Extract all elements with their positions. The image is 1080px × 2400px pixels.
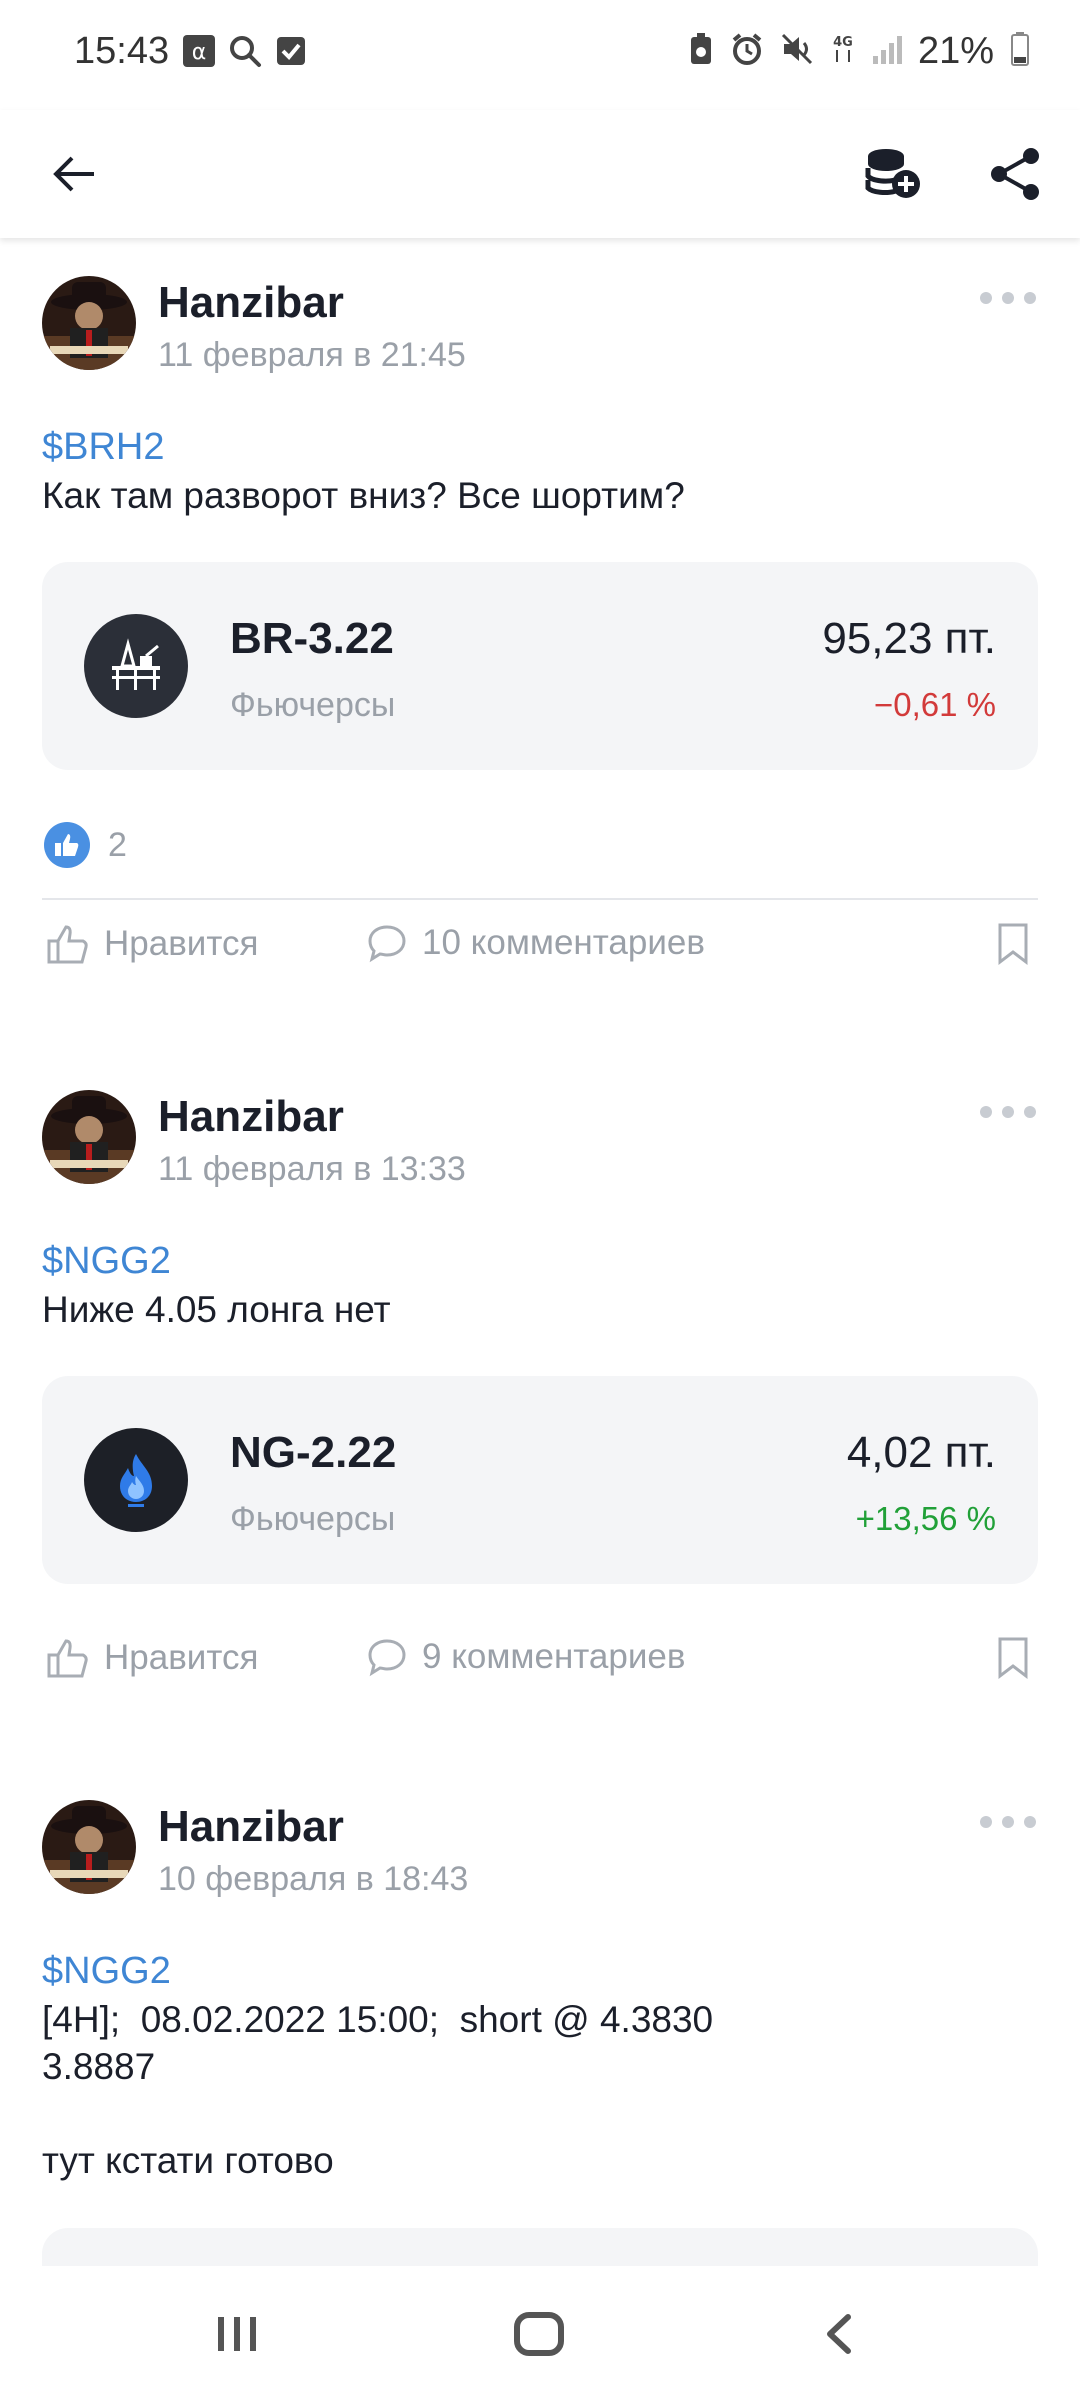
avatar[interactable] (42, 276, 136, 370)
post-text-line: 3.8887 (42, 2046, 156, 2087)
like-button[interactable]: Нравится (46, 922, 258, 966)
comments-button[interactable]: 9 комментариев (366, 1636, 685, 1678)
add-coins-icon[interactable] (858, 136, 928, 212)
comments-button[interactable]: 10 комментариев (366, 922, 705, 964)
avatar[interactable] (42, 1090, 136, 1184)
instrument-card[interactable]: NG-2.22 Фьючерсы 4,02 пт. +13,56 % (42, 1376, 1038, 1584)
more-options-icon[interactable] (980, 288, 1036, 308)
post-actions: Нравится 9 комментариев (0, 1636, 1080, 1696)
divider (42, 898, 1038, 900)
status-time: 15:43 (74, 30, 170, 72)
battery-icon (1010, 31, 1030, 72)
alpha-icon: α (182, 34, 216, 68)
comments-label: 10 комментариев (422, 923, 705, 962)
mute-icon (780, 32, 814, 71)
bookmark-icon[interactable] (996, 922, 1030, 966)
oil-platform-icon (84, 614, 188, 718)
instrument-card[interactable]: BR-3.22 Фьючерсы 95,23 пт. −0,61 % (42, 562, 1038, 770)
post-date: 10 февраля в 18:43 (158, 1860, 469, 1898)
instrument-change: +13,56 % (855, 1500, 996, 1537)
instrument-price: 95,23 пт. (822, 614, 996, 663)
home-icon[interactable] (494, 2296, 584, 2372)
post-text: Как там разворот вниз? Все шортим? (42, 475, 685, 516)
system-nav-bar (0, 2266, 1080, 2400)
post-text: Ниже 4.05 лонга нет (42, 1289, 391, 1330)
share-icon[interactable] (980, 136, 1050, 212)
gas-flame-icon (84, 1428, 188, 1532)
like-label: Нравится (104, 1638, 259, 1677)
author-name[interactable]: Hanzibar (158, 1092, 344, 1142)
like-button[interactable]: Нравится (46, 1636, 258, 1680)
likes-summary[interactable]: 2 (44, 822, 127, 868)
bookmark-icon[interactable] (996, 1636, 1030, 1680)
back-icon[interactable] (796, 2296, 886, 2372)
ticker-link[interactable]: $BRH2 (42, 426, 165, 469)
battery-saver-icon (688, 32, 714, 71)
post-text-line: тут кстати готово (42, 2140, 334, 2181)
instrument-category: Фьючерсы (230, 686, 396, 724)
recent-apps-icon[interactable] (192, 2296, 282, 2372)
post-actions: Нравится 10 комментариев (0, 922, 1080, 982)
author-name[interactable]: Hanzibar (158, 278, 344, 328)
avatar[interactable] (42, 1800, 136, 1894)
more-options-icon[interactable] (980, 1102, 1036, 1122)
ticker-link[interactable]: $NGG2 (42, 1950, 171, 1993)
more-options-icon[interactable] (980, 1812, 1036, 1832)
checkbox-icon (274, 34, 308, 68)
status-left-icons: α (182, 34, 308, 68)
battery-percent: 21% (917, 30, 994, 72)
alarm-icon (730, 32, 764, 71)
instrument-symbol: BR-3.22 (230, 614, 394, 663)
instrument-symbol: NG-2.22 (230, 1428, 397, 1477)
post-date: 11 февраля в 13:33 (158, 1150, 466, 1188)
search-icon (228, 34, 262, 68)
author-name[interactable]: Hanzibar (158, 1802, 344, 1852)
4g-icon: 4G (830, 32, 856, 71)
instrument-category: Фьючерсы (230, 1500, 396, 1538)
status-right-icons: 4G 21% (688, 30, 1030, 73)
thumbs-up-icon (44, 822, 90, 868)
signal-icon (872, 32, 902, 71)
back-arrow-icon[interactable] (44, 138, 104, 210)
status-bar: 15:43 α 4G 21% (0, 0, 1080, 110)
ticker-link[interactable]: $NGG2 (42, 1240, 171, 1283)
instrument-price: 4,02 пт. (846, 1428, 996, 1477)
app-bar (0, 110, 1080, 238)
like-label: Нравится (104, 924, 259, 963)
svg-text:4G: 4G (833, 35, 853, 50)
post-text-line: [4H]; 08.02.2022 15:00; short @ 4.3830 (42, 1999, 714, 2040)
likes-count: 2 (108, 825, 127, 864)
instrument-change: −0,61 % (873, 686, 996, 723)
svg-text:α: α (192, 40, 207, 65)
comments-label: 9 комментариев (422, 1637, 686, 1676)
post-date: 11 февраля в 21:45 (158, 336, 466, 374)
